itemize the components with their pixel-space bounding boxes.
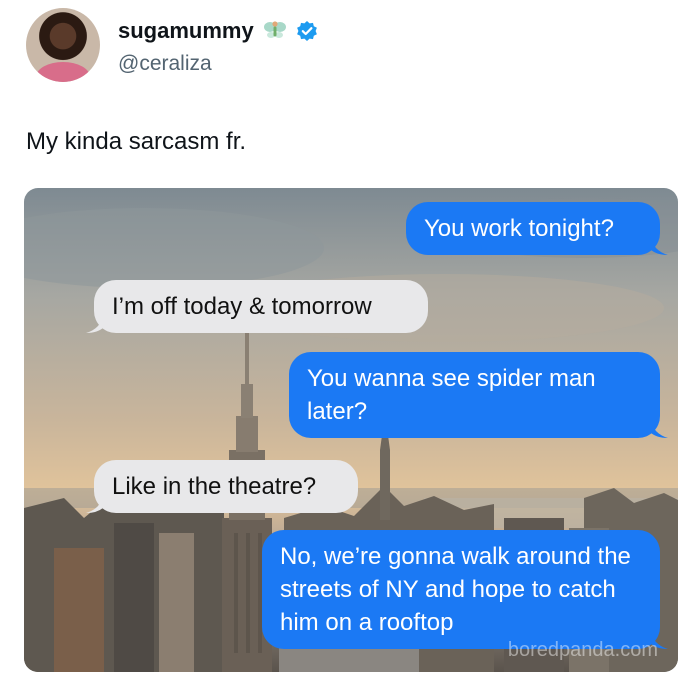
avatar[interactable] xyxy=(26,8,100,82)
tweet-text: My kinda sarcasm fr. xyxy=(26,128,247,155)
user-handle[interactable]: @ceraliza xyxy=(118,52,212,76)
message-bubble-incoming: Like in the theatre? xyxy=(86,460,358,513)
display-name-row: sugamummy xyxy=(118,18,318,44)
message-text: You wanna see spider man later? xyxy=(307,365,596,425)
tweet-header: sugamummy @ceraliza xyxy=(26,8,686,88)
message-bubble-outgoing: You work tonight? xyxy=(406,202,668,255)
tweet-media-image[interactable]: You work tonight? I’m off today & tomorr… xyxy=(24,188,678,672)
message-bubble-incoming: I’m off today & tomorrow xyxy=(86,280,428,333)
message-text: I’m off today & tomorrow xyxy=(112,293,372,320)
message-text: You work tonight? xyxy=(424,215,614,242)
verified-badge-icon[interactable] xyxy=(296,20,318,42)
message-bubble-outgoing: You wanna see spider man later? xyxy=(289,352,668,438)
fairy-icon xyxy=(262,18,288,44)
message-bubble-outgoing: No, we’re gonna walk around the streets … xyxy=(262,530,668,649)
message-text: Like in the theatre? xyxy=(112,473,317,500)
watermark-text: boredpanda.com xyxy=(507,639,658,661)
message-text: No, we’re gonna walk around the streets … xyxy=(280,543,631,636)
display-name[interactable]: sugamummy xyxy=(118,18,254,44)
